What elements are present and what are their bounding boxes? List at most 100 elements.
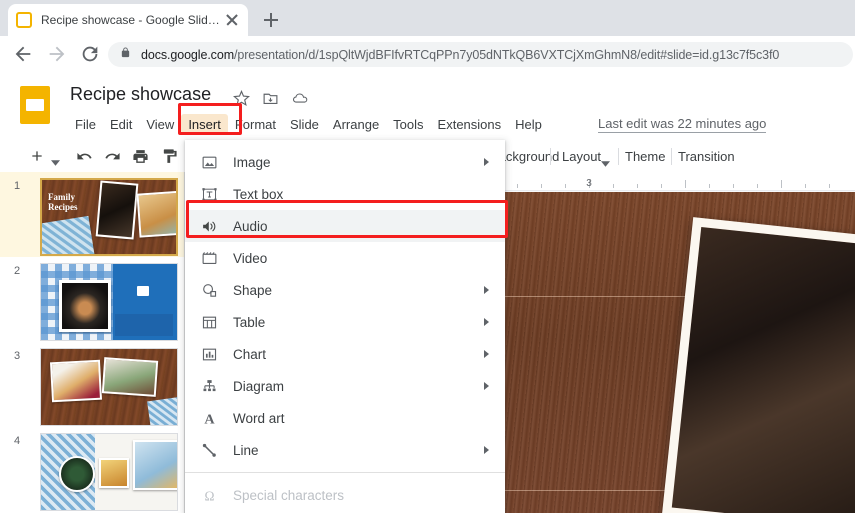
menu-item-label: Special characters xyxy=(233,487,345,503)
submenu-arrow-icon xyxy=(484,382,489,390)
reload-icon[interactable] xyxy=(79,43,101,65)
thumb-photo-bowl xyxy=(133,440,177,490)
menu-item-label: Audio xyxy=(233,218,268,234)
thumb-photo-herbs xyxy=(101,357,159,397)
thumb-gingham-cloth xyxy=(42,215,95,254)
menu-bar: File Edit View Insert Format Slide Arran… xyxy=(68,113,549,135)
menu-insert[interactable]: Insert xyxy=(181,113,228,135)
browser-tab[interactable]: Recipe showcase - Google Slides xyxy=(8,4,248,36)
omega-icon: Ω xyxy=(199,485,219,505)
menu-divider xyxy=(185,472,505,473)
toolbar-theme-button[interactable]: Theme xyxy=(625,149,665,164)
menu-file[interactable]: File xyxy=(68,114,103,135)
document-title[interactable]: Recipe showcase xyxy=(70,84,211,105)
url-path: /presentation/d/1spQltWjdBFIfvRTCqPPn7y0… xyxy=(234,47,780,62)
thumb-photo-bread xyxy=(95,180,139,240)
new-slide-dropdown-icon[interactable] xyxy=(51,153,60,171)
slide-thumbnail-image[interactable] xyxy=(40,433,178,511)
slide-thumbnail-image[interactable]: Family Recipes xyxy=(40,178,178,256)
slide-thumbnail-4[interactable]: 4 xyxy=(0,427,184,512)
last-edit-status[interactable]: Last edit was 22 minutes ago xyxy=(598,116,767,133)
slide-photo-bread[interactable] xyxy=(661,217,855,513)
submenu-arrow-icon xyxy=(484,318,489,326)
menu-item-label: Text box xyxy=(233,186,284,202)
menu-edit[interactable]: Edit xyxy=(103,114,139,135)
slide-number: 3 xyxy=(14,350,21,362)
menu-item-diagram[interactable]: Diagram xyxy=(185,370,505,402)
slide-thumbnail-1[interactable]: 1 Family Recipes xyxy=(0,172,184,257)
new-slide-icon[interactable] xyxy=(29,148,45,169)
image-icon xyxy=(199,152,219,172)
slide-thumbnail-3[interactable]: 3 xyxy=(0,342,184,427)
insert-dropdown-menu[interactable]: Image Text box Audio Video Shape Table C… xyxy=(185,140,505,513)
menu-item-audio[interactable]: Audio xyxy=(185,210,505,242)
tab-title: Recipe showcase - Google Slides xyxy=(41,13,220,27)
svg-text:A: A xyxy=(204,411,215,427)
thumb-gingham-cloth xyxy=(147,396,177,425)
thumb-caption-block xyxy=(115,314,173,336)
lock-icon xyxy=(120,46,131,64)
menu-tools[interactable]: Tools xyxy=(386,114,430,135)
menu-item-special-characters: Ω Special characters xyxy=(185,479,505,511)
toolbar-transition-button[interactable]: Transition xyxy=(678,149,735,164)
menu-help[interactable]: Help xyxy=(508,114,549,135)
menu-item-video[interactable]: Video xyxy=(185,242,505,274)
submenu-arrow-icon xyxy=(484,350,489,358)
menu-item-label: Word art xyxy=(233,410,285,426)
slide-number: 2 xyxy=(14,265,21,277)
slide-thumbnail-image[interactable] xyxy=(40,263,178,341)
svg-text:Ω: Ω xyxy=(204,488,214,503)
menu-item-chart[interactable]: Chart xyxy=(185,338,505,370)
menu-item-image[interactable]: Image xyxy=(185,146,505,178)
menu-item-text-box[interactable]: Text box xyxy=(185,178,505,210)
chevron-down-icon[interactable] xyxy=(601,154,610,172)
cloud-saved-icon[interactable] xyxy=(291,90,308,107)
menu-view[interactable]: View xyxy=(139,114,181,135)
thumb-photo-soup xyxy=(59,456,95,492)
slide-thumbnail-2[interactable]: 2 xyxy=(0,257,184,342)
forward-arrow-icon[interactable] xyxy=(46,43,68,65)
video-icon xyxy=(199,248,219,268)
menu-item-line[interactable]: Line xyxy=(185,434,505,466)
slide-number: 4 xyxy=(14,435,21,447)
toolbar-layout-button[interactable]: Layout xyxy=(562,149,601,164)
submenu-arrow-icon xyxy=(484,446,489,454)
diagram-icon xyxy=(199,376,219,396)
redo-icon[interactable] xyxy=(104,148,121,170)
menu-arrange[interactable]: Arrange xyxy=(326,114,386,135)
menu-item-label: Shape xyxy=(233,282,273,298)
print-icon[interactable] xyxy=(132,148,149,170)
table-icon xyxy=(199,312,219,332)
thumb-photo-pan xyxy=(59,280,111,332)
slide-thumbnail-panel[interactable]: 1 Family Recipes 2 3 4 xyxy=(0,172,185,513)
thumb-photo-dish xyxy=(99,458,129,488)
shape-icon xyxy=(199,280,219,300)
menu-item-shape[interactable]: Shape xyxy=(185,274,505,306)
url-host: docs.google.com xyxy=(141,47,235,62)
slide-thumbnail-image[interactable] xyxy=(40,348,178,426)
menu-format[interactable]: Format xyxy=(228,114,283,135)
undo-icon[interactable] xyxy=(76,148,93,170)
paint-format-icon[interactable] xyxy=(161,148,178,170)
ruler-label: 3 xyxy=(586,178,592,189)
thumb-photo-pie xyxy=(136,190,176,238)
slide-number: 1 xyxy=(14,180,21,192)
menu-item-table[interactable]: Table xyxy=(185,306,505,338)
move-to-folder-icon[interactable] xyxy=(262,90,279,107)
menu-slide[interactable]: Slide xyxy=(283,114,326,135)
menu-item-word-art[interactable]: A Word art xyxy=(185,402,505,434)
audio-icon xyxy=(199,216,219,236)
star-icon[interactable] xyxy=(233,89,250,107)
close-icon[interactable] xyxy=(224,12,240,28)
address-bar[interactable]: docs.google.com/presentation/d/1spQltWjd… xyxy=(108,42,853,67)
menu-item-label: Image xyxy=(233,154,271,170)
back-arrow-icon[interactable] xyxy=(12,43,34,65)
google-slides-favicon xyxy=(16,12,32,28)
browser-tab-strip: Recipe showcase - Google Slides xyxy=(0,0,855,36)
submenu-arrow-icon xyxy=(484,286,489,294)
new-tab-button[interactable] xyxy=(258,7,284,33)
menu-item-label: Chart xyxy=(233,346,267,362)
menu-extensions[interactable]: Extensions xyxy=(431,114,509,135)
browser-toolbar: docs.google.com/presentation/d/1spQltWjd… xyxy=(0,36,855,72)
google-slides-logo[interactable] xyxy=(20,86,50,124)
